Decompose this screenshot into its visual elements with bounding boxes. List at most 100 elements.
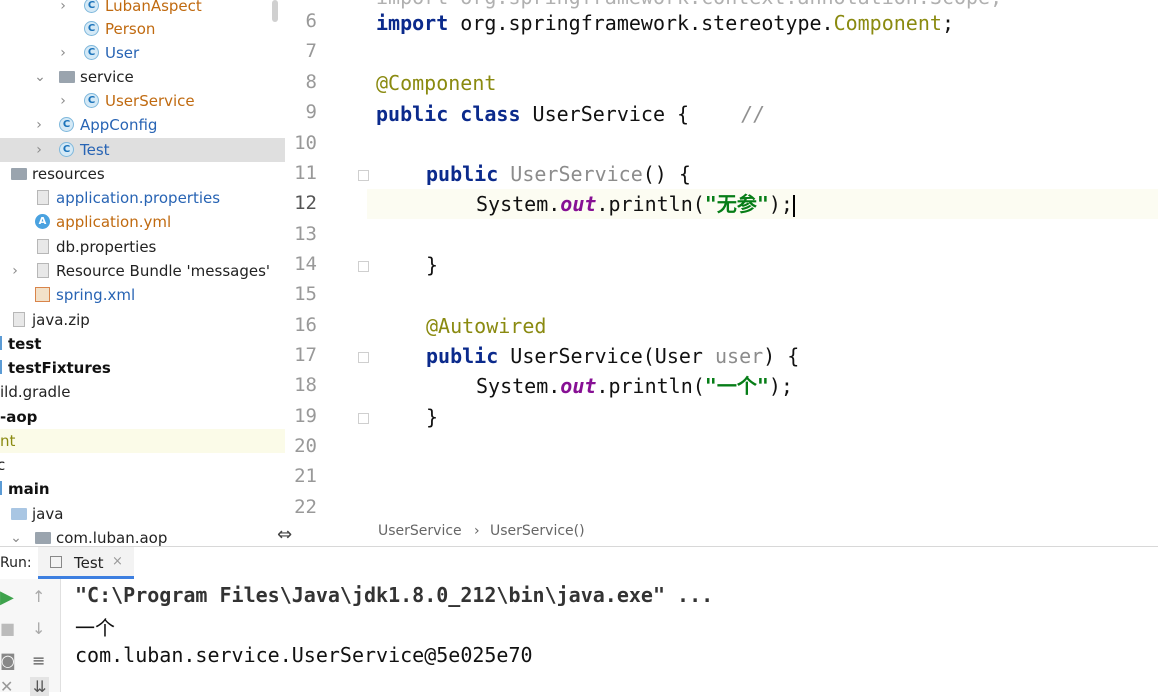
down-arrow-icon[interactable]: ↓ [32,619,45,638]
string-token: "一个" [704,374,769,398]
code-text: } [426,405,439,429]
string-token: "无参" [704,192,769,216]
close-icon[interactable]: ✕ [0,677,13,696]
xml-file-icon [35,287,50,302]
tree-item-label: com.luban.aop [56,529,168,546]
breadcrumb-method[interactable]: UserService() [490,523,585,539]
run-tab-test[interactable]: Test × [38,547,134,579]
class-icon: C [84,93,99,108]
chevron-right-icon[interactable]: › [57,89,69,113]
tree-item-test-folder[interactable]: test [0,332,285,356]
folder-icon [0,336,2,350]
tree-item-testfixtures[interactable]: testFixtures [0,356,285,380]
line-number: 7 [305,40,317,62]
tree-item-build-gradle[interactable]: ild.gradle [0,380,285,404]
breadcrumb-separator: › [474,523,480,539]
tree-item-com-luban-aop[interactable]: ⌄ com.luban.aop [0,526,285,546]
class-icon: C [84,21,99,36]
tree-item-label: c [0,456,6,474]
line-number: 10 [294,132,317,154]
code-line-17: public UserService(User user) { [426,341,799,371]
chevron-down-icon[interactable]: ⌄ [34,65,46,89]
tree-item-label: Resource Bundle 'messages' [56,262,271,280]
chevron-right-icon[interactable]: › [33,138,45,162]
keyword-token: class [448,102,521,126]
camera-icon[interactable]: ◙ [0,651,16,670]
chevron-down-icon[interactable]: ⌄ [10,526,22,546]
console-line: "C:\Program Files\Java\jdk1.8.0_212\bin\… [75,583,714,607]
soft-wrap-icon[interactable]: ≡ [32,651,45,670]
breadcrumb-class[interactable]: UserService [378,523,462,539]
tree-item-label: application.properties [56,189,221,207]
annotation-token: @Autowired [426,314,547,338]
keyword-token: public [426,344,499,368]
chevron-right-icon[interactable]: › [57,41,69,65]
chevron-right-icon[interactable]: › [33,113,45,137]
run-toolbar: ▶ ↑ ■ ↓ ◙ ≡ ✕ ⇊ [0,579,61,696]
breadcrumb: UserService › UserService() [367,518,1158,546]
tree-item-service[interactable]: ⌄ service [0,65,285,89]
tree-item-label: main [8,480,50,498]
line-number: 21 [294,465,317,487]
tree-item-main[interactable]: main [0,477,285,501]
tree-item-test[interactable]: › C Test [0,138,285,162]
tree-item-label: test [8,335,42,353]
rerun-icon[interactable]: ▶ [0,587,14,608]
properties-file-icon [37,239,49,254]
tree-item-spring-xml[interactable]: spring.xml [0,283,285,307]
tree-item-application-yml[interactable]: A application.yml [0,210,285,234]
up-arrow-icon[interactable]: ↑ [32,587,45,606]
scroll-to-end-icon[interactable]: ⇊ [30,677,50,696]
stop-icon[interactable]: ■ [0,619,15,638]
tree-item-partial[interactable]: nt [0,429,285,453]
tree-item-person[interactable]: C Person [0,17,285,41]
code-text: .println( [596,192,705,216]
tree-item-aop-module[interactable]: -aop [0,405,285,429]
tree-item-user[interactable]: › C User [0,41,285,65]
code-text: .println( [596,374,705,398]
line-number-gutter: 6 7 8 9 10 11 12 13 14 15 16 17 18 19 20… [285,0,369,518]
code-line-9: public class UserService {// [376,99,765,129]
static-field-token: out [560,374,597,398]
console-output[interactable]: "C:\Program Files\Java\jdk1.8.0_212\bin\… [61,579,1158,692]
code-text: } [426,253,439,277]
line-number: 22 [294,496,317,518]
code-line-18: System.out.println("一个"); [476,371,793,401]
code-editor[interactable]: import org.springframework.context.annot… [367,0,1158,518]
resource-bundle-icon [37,263,49,278]
code-text: System. [476,192,561,216]
tree-item-java[interactable]: java [0,502,285,526]
tree-item-appconfig[interactable]: › C AppConfig [0,113,285,137]
tree-item-db-properties[interactable]: db.properties [0,235,285,259]
run-label: Run: [0,555,32,571]
tree-item-userservice[interactable]: › C UserService [0,89,285,113]
tree-item-label: User [105,44,140,62]
tree-item-partial[interactable]: c [0,453,285,477]
tree-item-label: application.yml [56,213,172,231]
project-tree: › C LubanAspect C Person › C User ⌄ serv… [0,0,285,546]
close-icon[interactable]: × [112,554,123,569]
code-line-8: @Component [376,68,496,98]
class-token: Component [833,11,942,35]
folder-icon [0,360,2,374]
tree-item-label: java [32,505,64,523]
parameter-token: user [715,344,764,368]
tree-item-label: testFixtures [8,359,111,377]
tree-item-resources[interactable]: resources [0,162,285,186]
class-icon: C [84,45,99,60]
yml-file-icon: A [35,214,50,229]
line-number: 14 [294,253,317,275]
tree-item-java-zip[interactable]: java.zip [0,308,285,332]
tree-item-label: resources [32,165,105,183]
tree-item-label: Person [105,20,156,38]
code-text: ) { [763,344,800,368]
tree-item-lubanaspect[interactable]: › C LubanAspect [0,0,285,18]
tree-item-resource-bundle[interactable]: › Resource Bundle 'messages' [0,259,285,283]
tree-item-application-properties[interactable]: application.properties [0,186,285,210]
code-text: ); [768,374,793,398]
tree-item-label: nt [0,432,16,450]
code-text: ; [941,11,954,35]
code-line-12: System.out.println("无参"); [476,189,795,219]
chevron-right-icon[interactable]: › [57,0,69,18]
chevron-right-icon[interactable]: › [9,259,21,283]
